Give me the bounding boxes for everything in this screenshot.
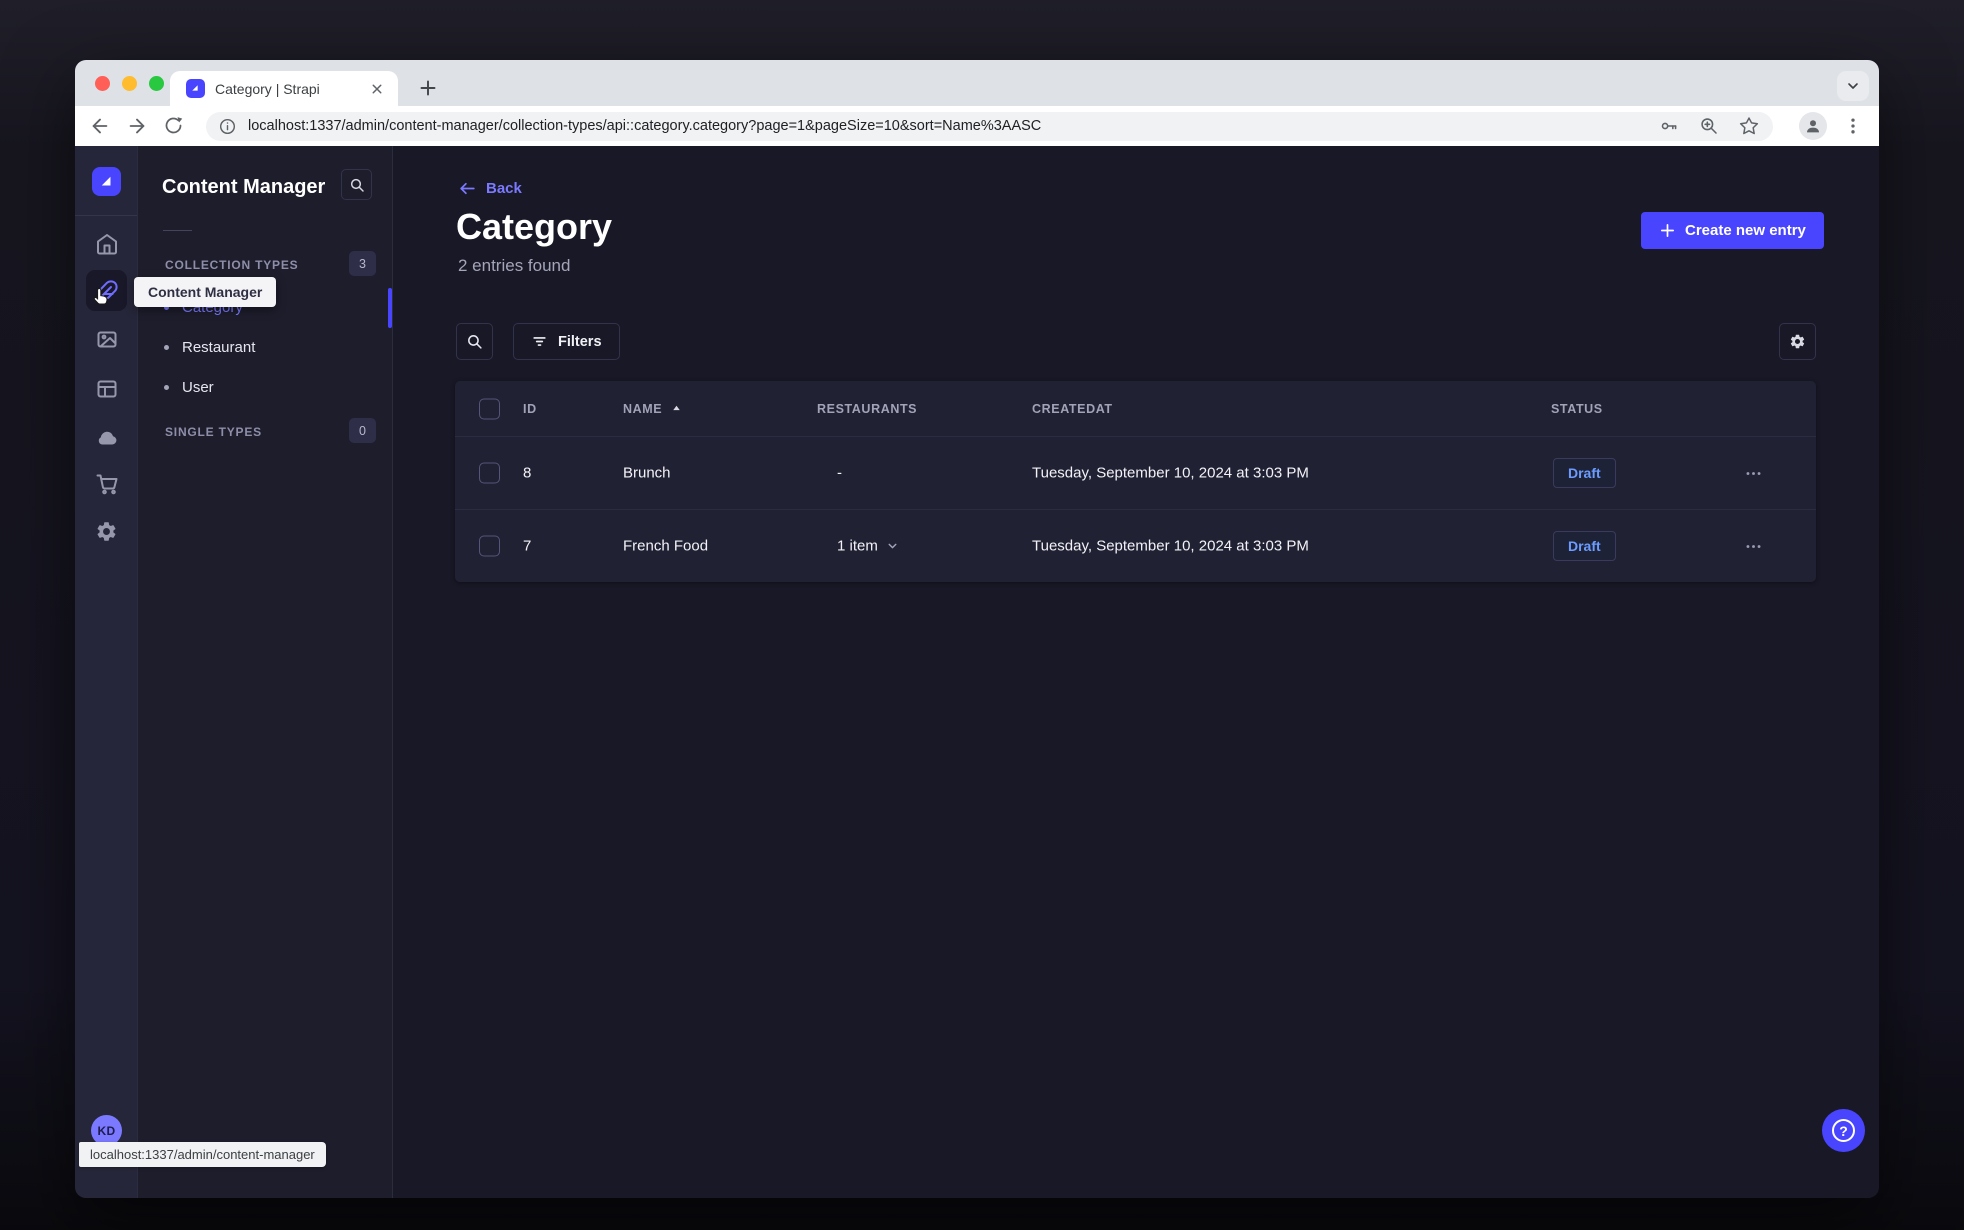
row-actions-button[interactable] [1738,531,1768,561]
row-checkbox[interactable] [479,535,500,557]
select-all-checkbox[interactable] [479,398,500,419]
tab-title: Category | Strapi [215,80,320,97]
help-button[interactable]: ? [1822,1109,1865,1152]
strapi-admin-app: KD Content Manager COLLECTION TYPES 3 Ca… [75,146,1879,1198]
minimize-window-button[interactable] [122,76,137,91]
new-tab-button[interactable] [415,75,441,101]
bullet-icon [164,384,169,390]
content-type-builder-icon[interactable] [86,368,127,409]
sort-ascending-icon [673,405,680,411]
browser-profile-avatar[interactable] [1799,112,1827,140]
cell-id: 7 [523,537,532,555]
collection-types-label: COLLECTION TYPES [165,258,299,272]
cell-restaurants-expandable[interactable]: 1 item [837,538,899,555]
filter-icon [533,337,546,346]
table-row[interactable]: 7 French Food 1 item Tuesday, September … [455,509,1816,582]
tab-strip: Category | Strapi [75,60,1879,106]
zoom-in-icon[interactable] [1699,116,1719,136]
main-content: Back Category 2 entries found Create new… [393,146,1879,1198]
settings-gear-icon[interactable] [86,511,127,552]
table-row[interactable]: 8 Brunch - Tuesday, September 10, 2024 a… [455,436,1816,509]
tab-search-button[interactable] [1837,71,1869,101]
column-header-name[interactable]: NAME [623,402,683,416]
maximize-window-button[interactable] [149,76,164,91]
status-badge: Draft [1553,531,1616,561]
home-icon[interactable] [86,223,127,264]
mouse-cursor [90,286,114,310]
arrow-left-icon [460,182,475,195]
browser-menu-icon[interactable] [1843,116,1863,136]
column-header-createdat[interactable]: CREATEDAT [1032,402,1113,416]
bookmark-star-icon[interactable] [1739,116,1759,136]
subnav-divider [163,230,192,231]
content-manager-tooltip: Content Manager [134,277,277,307]
bullet-icon [164,344,169,350]
browser-tab[interactable]: Category | Strapi [170,71,398,106]
filters-button[interactable]: Filters [513,323,620,360]
url-bar[interactable]: localhost:1337/admin/content-manager/col… [206,111,1773,141]
subnav-item-restaurant[interactable]: Restaurant [164,329,255,365]
close-window-button[interactable] [95,76,110,91]
column-header-id[interactable]: ID [523,402,537,416]
page-info-icon[interactable] [218,117,237,136]
active-item-indicator [388,288,392,328]
column-header-restaurants[interactable]: RESTAURANTS [817,402,917,416]
ellipsis-icon [1746,544,1760,548]
back-navigation-icon[interactable] [89,115,111,137]
single-types-label: SINGLE TYPES [165,425,262,439]
table-header-row: ID NAME RESTAURANTS CREATEDAT STATUS [455,381,1816,436]
url-text[interactable]: localhost:1337/admin/content-manager/col… [248,118,1647,134]
table-search-button[interactable] [456,323,493,360]
cell-id: 8 [523,464,532,482]
row-actions-button[interactable] [1738,458,1768,488]
entries-count: 2 entries found [458,256,571,275]
password-key-icon[interactable] [1659,116,1679,136]
cell-name: Brunch [623,464,671,482]
search-icon [468,335,482,349]
cloud-deploy-icon[interactable] [86,417,127,458]
back-link[interactable]: Back [458,179,522,198]
cell-createdat: Tuesday, September 10, 2024 at 3:03 PM [1032,464,1309,482]
ellipsis-icon [1746,471,1760,475]
strapi-logo[interactable] [92,167,121,196]
plus-icon [1660,223,1675,238]
column-header-status[interactable]: STATUS [1551,402,1603,416]
media-library-icon[interactable] [86,318,127,359]
view-settings-button[interactable] [1779,323,1816,360]
link-preview-status-bar: localhost:1337/admin/content-manager [79,1142,326,1167]
browser-toolbar: localhost:1337/admin/content-manager/col… [75,106,1879,146]
subnav-search-button[interactable] [341,169,372,200]
cell-createdat: Tuesday, September 10, 2024 at 3:03 PM [1032,537,1309,555]
cell-name: French Food [623,537,709,555]
browser-window: Category | Strapi localhost:1337/admin/c… [75,60,1879,1198]
create-new-entry-button[interactable]: Create new entry [1641,212,1824,249]
collection-types-count-badge: 3 [349,251,376,276]
chevron-down-icon [888,543,897,549]
subnav-item-user[interactable]: User [164,369,214,405]
traffic-lights [95,76,164,91]
strapi-favicon-icon [186,79,205,98]
question-mark-icon: ? [1832,1119,1855,1142]
forward-navigation-icon[interactable] [126,115,148,137]
subnav-title: Content Manager [162,176,326,198]
row-checkbox[interactable] [479,462,500,484]
page-title: Category [456,206,613,247]
gear-icon [1790,334,1805,349]
nav-divider [75,215,137,216]
single-types-count-badge: 0 [349,418,376,443]
marketplace-cart-icon[interactable] [86,463,127,504]
reload-icon[interactable] [163,115,185,137]
entries-table: ID NAME RESTAURANTS CREATEDAT STATUS 8 B… [455,381,1816,582]
close-tab-icon[interactable] [368,80,386,98]
cell-restaurants: - [837,464,842,482]
status-badge: Draft [1553,458,1616,488]
